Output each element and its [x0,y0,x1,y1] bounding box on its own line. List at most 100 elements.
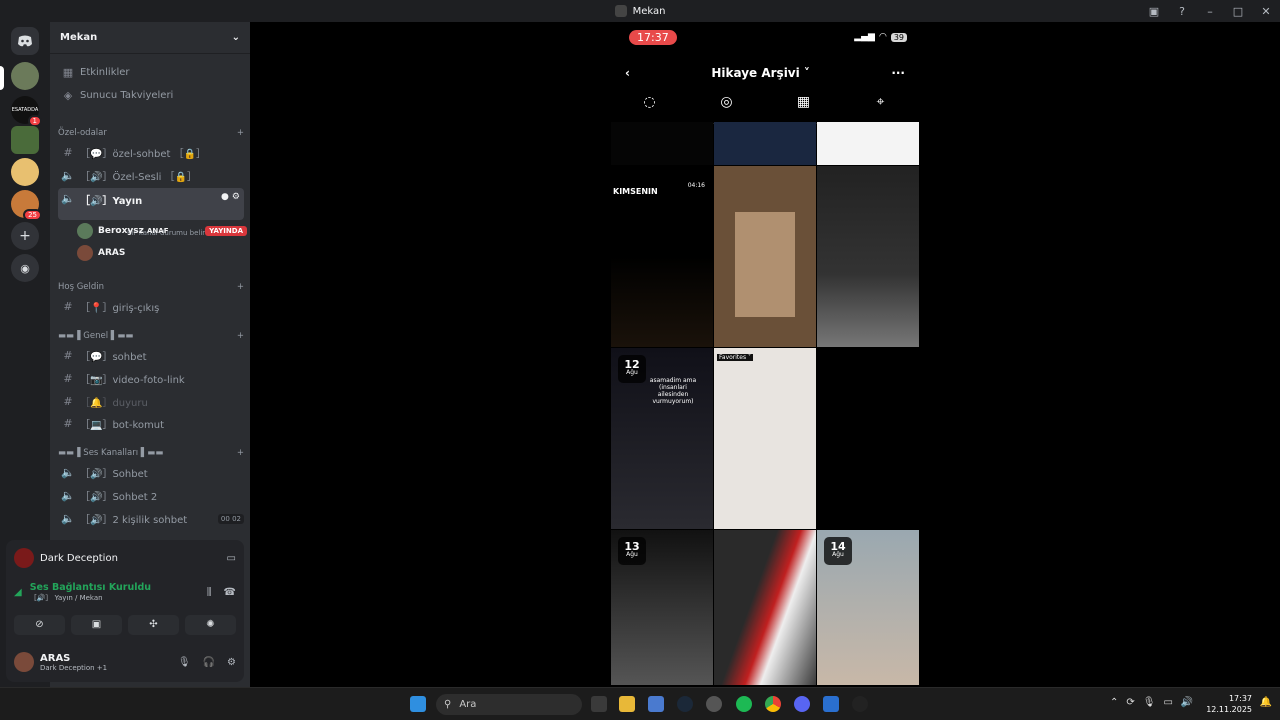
soundboard-button[interactable]: ✺ [185,615,236,635]
add-server-icon[interactable]: + [11,222,39,250]
screen-share-icon[interactable]: ▭ [227,553,236,564]
stories-tab-icon[interactable]: ◌ [611,94,688,124]
hash-icon: # [63,417,73,430]
speaker-icon: 🔈 [61,512,75,525]
system-tray[interactable]: ⌃⟳🎙▭🔊 [1110,697,1201,708]
server-header[interactable]: Mekan ⌄ [50,22,250,54]
chrome-icon[interactable] [765,696,781,712]
events-item[interactable]: ▦ Etkinlikler [58,62,244,83]
avatar [77,245,93,261]
story-thumb[interactable] [817,122,919,165]
store-icon[interactable] [648,696,664,712]
add-channel-icon[interactable]: + [237,448,244,458]
story-thumb[interactable] [611,122,713,165]
story-thumb[interactable] [714,530,816,685]
category-ozel[interactable]: Özel-odalar + [58,128,244,138]
live-badge: YAYINDA [205,226,247,236]
story-thumb[interactable]: 12 Ağu asamadim ama (insanlari ailesinden… [611,348,713,529]
server-esatadda[interactable]: ESATADDA 1 [11,96,42,127]
screen-share-button[interactable]: ▣ [71,615,122,635]
app-icon [614,5,627,17]
add-channel-icon[interactable]: + [237,128,244,138]
unreal-icon[interactable] [852,696,868,712]
channel-video[interactable]: # ［📷］video-foto-link [58,368,244,389]
channel-giris[interactable]: # ［📍］giriş-çıkış [58,296,244,317]
avatar [14,652,34,672]
channel-ses3[interactable]: 🔈 ［🔊］2 kişilik sohbet 00 02 [58,508,244,529]
inbox-icon[interactable]: ▣ [1140,5,1168,18]
server-mekan[interactable] [11,62,39,90]
headphones-icon[interactable]: 🎧 [203,657,215,668]
help-icon[interactable]: ? [1168,5,1196,18]
signal-icon: ◢ [14,587,22,598]
server-cartoon[interactable] [11,158,39,186]
settings-icon[interactable]: ⚙ [227,657,236,668]
map-tab-icon[interactable]: ⌖ [842,94,919,123]
channel-ses2[interactable]: 🔈 ［🔊］Sohbet 2 [58,485,244,506]
channel-sohbet[interactable]: # ［💬］sohbet [58,345,244,366]
story-thumb[interactable]: 13 Ağu [611,530,713,685]
category-ses[interactable]: ▬▬▐ Ses Kanalları ▌▬▬ + [58,448,244,458]
story-thumb[interactable]: 14 Ağu [817,530,919,685]
add-channel-icon[interactable]: + [237,282,244,292]
close-button[interactable]: ✕ [1252,5,1280,18]
back-icon[interactable]: ‹ [625,66,630,80]
voice-status-row: ◢ Ses Bağlantısı Kuruldu ［🔊］ Yayın / Mek… [14,582,236,602]
channel-ses1[interactable]: 🔈 ［🔊］Sohbet [58,462,244,483]
highlights-tab-icon[interactable]: ◎ [688,94,765,123]
category-hos[interactable]: Hoş Geldin + [58,282,244,292]
archive-header: ‹ Hikaye Arşivi ˅ ··· [611,52,919,94]
app-icon[interactable] [706,696,722,712]
server-minecraft[interactable] [11,126,39,154]
user-count: 00 02 [217,513,244,524]
taskbar-clock[interactable]: 17:37 12.11.2025 [1206,693,1252,715]
story-thumb[interactable] [817,348,919,529]
file-explorer-icon[interactable] [619,696,635,712]
camera-off-button[interactable]: ⊘ [14,615,65,635]
boosts-item[interactable]: ◈ Sunucu Takviyeleri [58,85,244,106]
channel-actions-icon[interactable]: ● ⚙ [221,192,240,202]
server-other[interactable]: 25 [11,190,42,221]
story-thumb[interactable] [714,122,816,165]
maximize-button[interactable]: □ [1224,5,1252,18]
microphone-icon[interactable]: 🎙 [178,657,191,668]
calendar-tab-icon[interactable]: ▦ [765,94,842,123]
discord-icon[interactable] [794,696,810,712]
story-thumb[interactable]: Favorites ˅ [714,348,816,529]
story-thumb[interactable] [714,166,816,347]
channel-ozel-sesli[interactable]: 🔈 ［🔊］Özel-Sesli ［🔒］ [58,165,244,186]
battery-icon: 39 [890,32,907,42]
account-row[interactable]: ARAS Dark Deception +1 🎙 🎧 ⚙ [14,652,236,672]
archive-title[interactable]: Hikaye Arşivi ˅ [711,66,810,80]
user-panel: Dark Deception ▭ ◢ Ses Bağlantısı Kuruld… [6,540,244,682]
activities-button[interactable]: ✣ [128,615,179,635]
category-genel[interactable]: ▬▬▐ Genel ▌▬▬ + [58,331,244,341]
story-thumb[interactable] [817,166,919,347]
add-channel-icon[interactable]: + [237,331,244,341]
explore-icon[interactable]: ◉ [11,254,39,282]
story-thumb[interactable]: KIMSENIN 04:16 [611,166,713,347]
disconnect-icon[interactable]: ☎ [224,587,236,598]
app-icon[interactable] [823,696,839,712]
notification-icon[interactable]: 🔔 [1260,697,1272,708]
activity-row[interactable]: Dark Deception ▭ [14,548,236,568]
minimize-button[interactable]: – [1196,5,1224,18]
voice-user[interactable]: ARAS [77,243,247,263]
discord-home-icon[interactable] [11,27,39,55]
taskbar-search[interactable]: ⚲ Ara [436,694,582,715]
channel-bot[interactable]: # ［💻］bot-komut [58,413,244,434]
voice-buttons: ⊘ ▣ ✣ ✺ [14,615,236,635]
more-icon[interactable]: ··· [891,66,905,80]
channel-duyuru[interactable]: # ［🔔］duyuru [58,391,244,412]
date-badge: 14 Ağu [824,537,852,565]
date-badge: 12 Ağu [618,355,646,383]
windows-start-icon[interactable] [410,696,426,712]
channel-ozel-sohbet[interactable]: # ［💬］özel-sohbet ［🔒］ [58,142,244,163]
hash-icon: # [63,395,73,408]
steam-icon[interactable] [677,696,693,712]
spotify-icon[interactable] [736,696,752,712]
channel-yayin[interactable]: 🔈 ［🔊］Yayın ● ⚙ [58,188,244,220]
noise-icon[interactable]: ⫼ [207,587,212,598]
task-view-icon[interactable] [591,696,607,712]
voice-user[interactable]: Beroxysz ANAF YAYINDA [77,221,247,241]
